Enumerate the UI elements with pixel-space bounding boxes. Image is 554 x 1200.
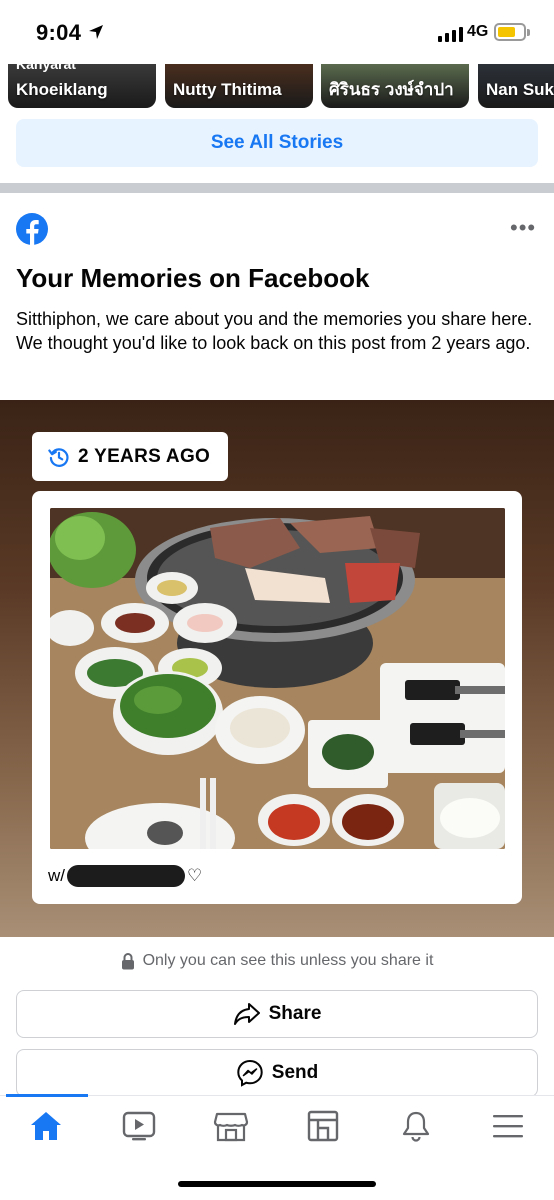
story-name: Nan Suk <box>486 80 554 99</box>
memories-title: Your Memories on Facebook <box>16 263 370 293</box>
hamburger-menu-icon <box>493 1115 523 1138</box>
story-name: Khoeiklang <box>16 80 108 99</box>
story-name-top: Kanyarat <box>16 64 76 72</box>
years-ago-badge: 2 YEARS AGO <box>32 432 229 481</box>
marketplace-icon <box>213 1112 249 1142</box>
tab-home[interactable] <box>26 1108 66 1144</box>
privacy-note: Only you can see this unless you share i… <box>0 952 554 970</box>
tab-marketplace[interactable] <box>211 1108 251 1144</box>
privacy-note-text: Only you can see this unless you share i… <box>142 952 434 969</box>
network-type: 4G <box>467 23 489 40</box>
battery-tip <box>527 29 530 36</box>
tab-notifications[interactable] <box>396 1108 436 1144</box>
lock-icon <box>121 952 134 969</box>
tab-pages[interactable] <box>303 1108 343 1144</box>
bell-icon <box>402 1111 430 1142</box>
more-options-icon[interactable]: ••• <box>510 217 536 239</box>
facebook-logo-icon <box>16 213 48 245</box>
see-all-stories-button[interactable]: See All Stories <box>16 119 538 167</box>
caption-heart: ♡ <box>187 866 203 885</box>
story-card[interactable]: Nutty Thitima <box>165 64 313 108</box>
caption-prefix: w/ <box>48 866 65 885</box>
share-icon <box>233 1003 260 1025</box>
years-ago-label: 2 YEARS AGO <box>78 445 211 467</box>
send-button[interactable]: Send <box>16 1049 538 1097</box>
history-clock-icon <box>48 447 69 467</box>
memories-description: Sitthiphon, we care about you and the me… <box>16 309 533 353</box>
battery-icon <box>494 23 526 41</box>
tab-watch[interactable] <box>119 1108 159 1144</box>
post-caption: w/ ♡ <box>48 865 202 887</box>
tab-menu[interactable] <box>488 1108 528 1144</box>
status-time: 9:04 <box>36 20 82 45</box>
memory-photo[interactable] <box>50 508 505 849</box>
memory-post-card[interactable]: w/ ♡ <box>32 491 522 904</box>
share-label: Share <box>268 1003 322 1024</box>
cellular-signal-icon <box>438 26 463 42</box>
status-bar: 9:04 4G <box>0 0 554 64</box>
korean-bbq-photo <box>50 508 505 849</box>
home-indicator <box>178 1181 376 1187</box>
video-play-icon <box>122 1111 156 1141</box>
send-label: Send <box>271 1062 319 1083</box>
stories-row: Kanyarat Khoeiklang Nutty Thitima ศิรินธ… <box>0 64 554 110</box>
share-button[interactable]: Share <box>16 990 538 1038</box>
active-tab-indicator <box>6 1094 88 1097</box>
messenger-icon <box>237 1059 263 1087</box>
location-arrow-icon <box>89 25 103 39</box>
section-divider <box>0 183 554 193</box>
story-card[interactable]: Nan Suk <box>478 64 554 108</box>
story-name: Nutty Thitima <box>173 80 282 99</box>
story-name: ศิรินธร วงษ์จำปา <box>329 80 454 99</box>
pages-icon <box>307 1110 339 1142</box>
story-card[interactable]: ศิรินธร วงษ์จำปา <box>321 64 469 108</box>
story-card[interactable]: Kanyarat Khoeiklang <box>8 64 156 108</box>
home-icon <box>31 1112 61 1140</box>
redacted-tag <box>67 865 185 887</box>
